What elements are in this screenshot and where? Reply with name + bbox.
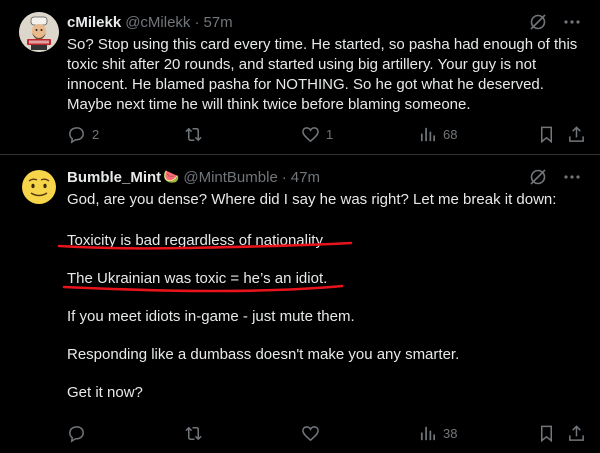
tweet-paragraph: If you meet idiots in-game - just mute t… [67,308,355,325]
like-button[interactable] [301,423,326,443]
more-options-icon[interactable] [562,167,582,187]
avatar[interactable] [19,167,59,207]
share-button[interactable] [567,423,586,443]
tweet-cmilekk[interactable]: cMilekk @cMilekk · 57m So? Stop using th… [0,0,600,154]
grok-icon[interactable] [528,12,548,32]
avatar[interactable] [19,12,59,52]
tweet-actions: 38 [67,423,587,443]
repost-button[interactable] [184,423,209,443]
bookmark-button[interactable] [537,124,556,144]
views-chart-icon [420,127,436,141]
heart-icon [302,425,319,441]
like-count: 1 [326,126,334,142]
tweet-paragraph: Responding like a dumbass doesn't make y… [67,346,460,363]
separator-dot: · [281,168,287,186]
timestamp[interactable]: 47m [291,169,320,186]
separator-dot: · [194,13,200,31]
bookmark-icon [540,126,553,143]
display-name[interactable]: Bumble_Mint [67,169,161,186]
like-button[interactable]: 1 [301,124,333,144]
reply-count: 2 [92,126,100,142]
heart-icon [302,126,319,142]
tweet-bumble-mint[interactable]: Bumble_Mint 🍉 @MintBumble · 47m God, are… [0,155,600,453]
tweet-text: God, are you dense? Where did I say he w… [67,190,582,419]
more-options-icon[interactable] [562,12,582,32]
views-chart-icon [420,426,436,440]
tweet-header: Bumble_Mint 🍉 @MintBumble · 47m [67,167,320,187]
display-name[interactable]: cMilekk [67,14,121,31]
timestamp[interactable]: 57m [203,14,232,31]
watermelon-emoji-icon: 🍉 [163,169,180,184]
reply-icon [69,425,84,443]
tweet-header-icons [528,167,582,187]
reply-button[interactable] [67,423,92,443]
user-handle[interactable]: @MintBumble [183,169,277,186]
tweet-text: So? Stop using this card every time. He … [67,35,582,131]
share-button[interactable] [567,124,586,144]
tweet-paragraph: Get it now? [67,384,143,401]
grok-icon[interactable] [528,167,548,187]
cartoon-chef-avatar-icon [19,12,59,52]
views-button[interactable]: 68 [418,124,457,144]
view-count: 38 [443,425,458,441]
tweet-paragraph-underlined: Toxicity is bad regardless of nationalit… [67,232,327,249]
tweet-header-icons [528,12,582,32]
tweet-paragraph-underlined: The Ukrainian was toxic = he’s an idiot. [67,270,328,287]
bookmark-icon [540,425,553,442]
reply-button[interactable]: 2 [67,124,99,144]
repost-button[interactable] [184,124,209,144]
user-handle[interactable]: @cMilekk [125,14,190,31]
repost-icon [185,127,202,141]
tweet-paragraph: So? Stop using this card every time. He … [67,36,582,113]
views-button[interactable]: 38 [418,423,457,443]
tweet-actions: 2 1 68 [67,124,587,144]
tweet-paragraph: God, are you dense? Where did I say he w… [67,191,557,208]
share-icon [569,125,584,142]
smiley-face-avatar-icon [22,170,56,204]
bookmark-button[interactable] [537,423,556,443]
repost-icon [185,426,202,440]
view-count: 68 [443,126,458,142]
share-icon [569,424,584,441]
tweet-header: cMilekk @cMilekk · 57m [67,12,233,32]
reply-icon [69,126,84,144]
